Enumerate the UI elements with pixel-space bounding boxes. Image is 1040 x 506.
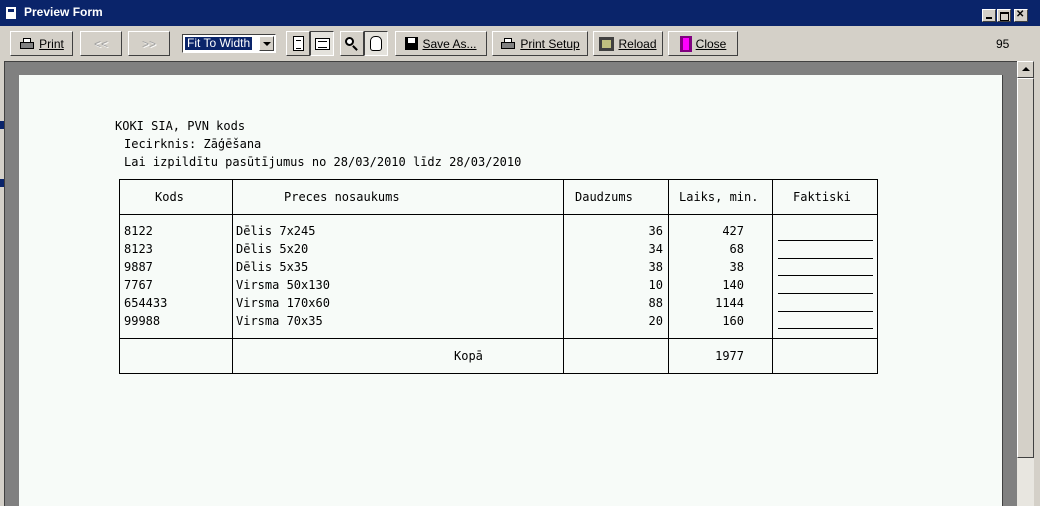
actual-line <box>778 258 873 259</box>
close-window-button[interactable] <box>1014 9 1028 22</box>
save-as-button[interactable]: Save As... <box>395 31 487 56</box>
zoom-button[interactable] <box>340 31 364 56</box>
header-name: Preces nosaukums <box>284 190 400 204</box>
actual-line <box>778 311 873 312</box>
page-icon <box>292 36 304 51</box>
floppy-disk-icon <box>405 37 419 50</box>
actual-line <box>778 293 873 294</box>
page-width-icon <box>314 37 330 50</box>
page-width-button[interactable] <box>310 31 334 56</box>
window-frame <box>1034 61 1040 506</box>
reload-icon <box>599 36 615 51</box>
window-title: Preview Form <box>24 5 103 19</box>
zoom-select-value: Fit To Width <box>183 36 254 51</box>
dropdown-arrow-icon[interactable] <box>259 36 274 51</box>
actual-line <box>778 275 873 276</box>
minimize-button[interactable] <box>982 9 996 22</box>
print-button[interactable]: Print <box>10 31 73 56</box>
close-button[interactable]: Close <box>668 31 738 56</box>
header-qty: Daudzums <box>575 190 633 204</box>
hand-icon <box>370 36 382 51</box>
report-company: KOKI SIA, PVN kods <box>115 119 246 133</box>
zoom-select[interactable]: Fit To Width <box>182 34 276 53</box>
single-page-button[interactable] <box>286 31 310 56</box>
total-label: Kopā <box>454 349 483 363</box>
scroll-thumb[interactable] <box>1017 78 1034 458</box>
next-page-button[interactable]: >> <box>128 31 170 56</box>
page-number: 95 <box>996 37 1010 51</box>
header-time: Laiks, min. <box>679 190 759 204</box>
app-icon <box>6 7 16 19</box>
total-time: 1977 <box>715 349 744 363</box>
actual-line <box>778 240 873 241</box>
print-setup-button[interactable]: Print Setup <box>492 31 588 56</box>
pan-button[interactable] <box>364 31 388 56</box>
printer-setup-icon <box>500 37 516 51</box>
header-actual: Faktiski <box>793 190 851 204</box>
scroll-up-arrow-icon[interactable] <box>1017 61 1034 78</box>
actual-line <box>778 328 873 329</box>
report-period: Lai izpildītu pasūtījumus no 28/03/2010 … <box>124 155 522 169</box>
magnifier-icon <box>345 36 359 51</box>
door-exit-icon <box>679 35 692 52</box>
vertical-scrollbar[interactable] <box>1017 61 1034 506</box>
report-department: Iecirknis: Zāģēšana <box>124 137 262 151</box>
header-code: Kods <box>155 190 184 204</box>
printer-icon <box>19 37 35 51</box>
title-bar: Preview Form <box>0 0 1040 26</box>
previous-page-button[interactable]: << <box>80 31 122 56</box>
reload-button[interactable]: Reload <box>593 31 663 56</box>
maximize-button[interactable] <box>997 9 1011 22</box>
